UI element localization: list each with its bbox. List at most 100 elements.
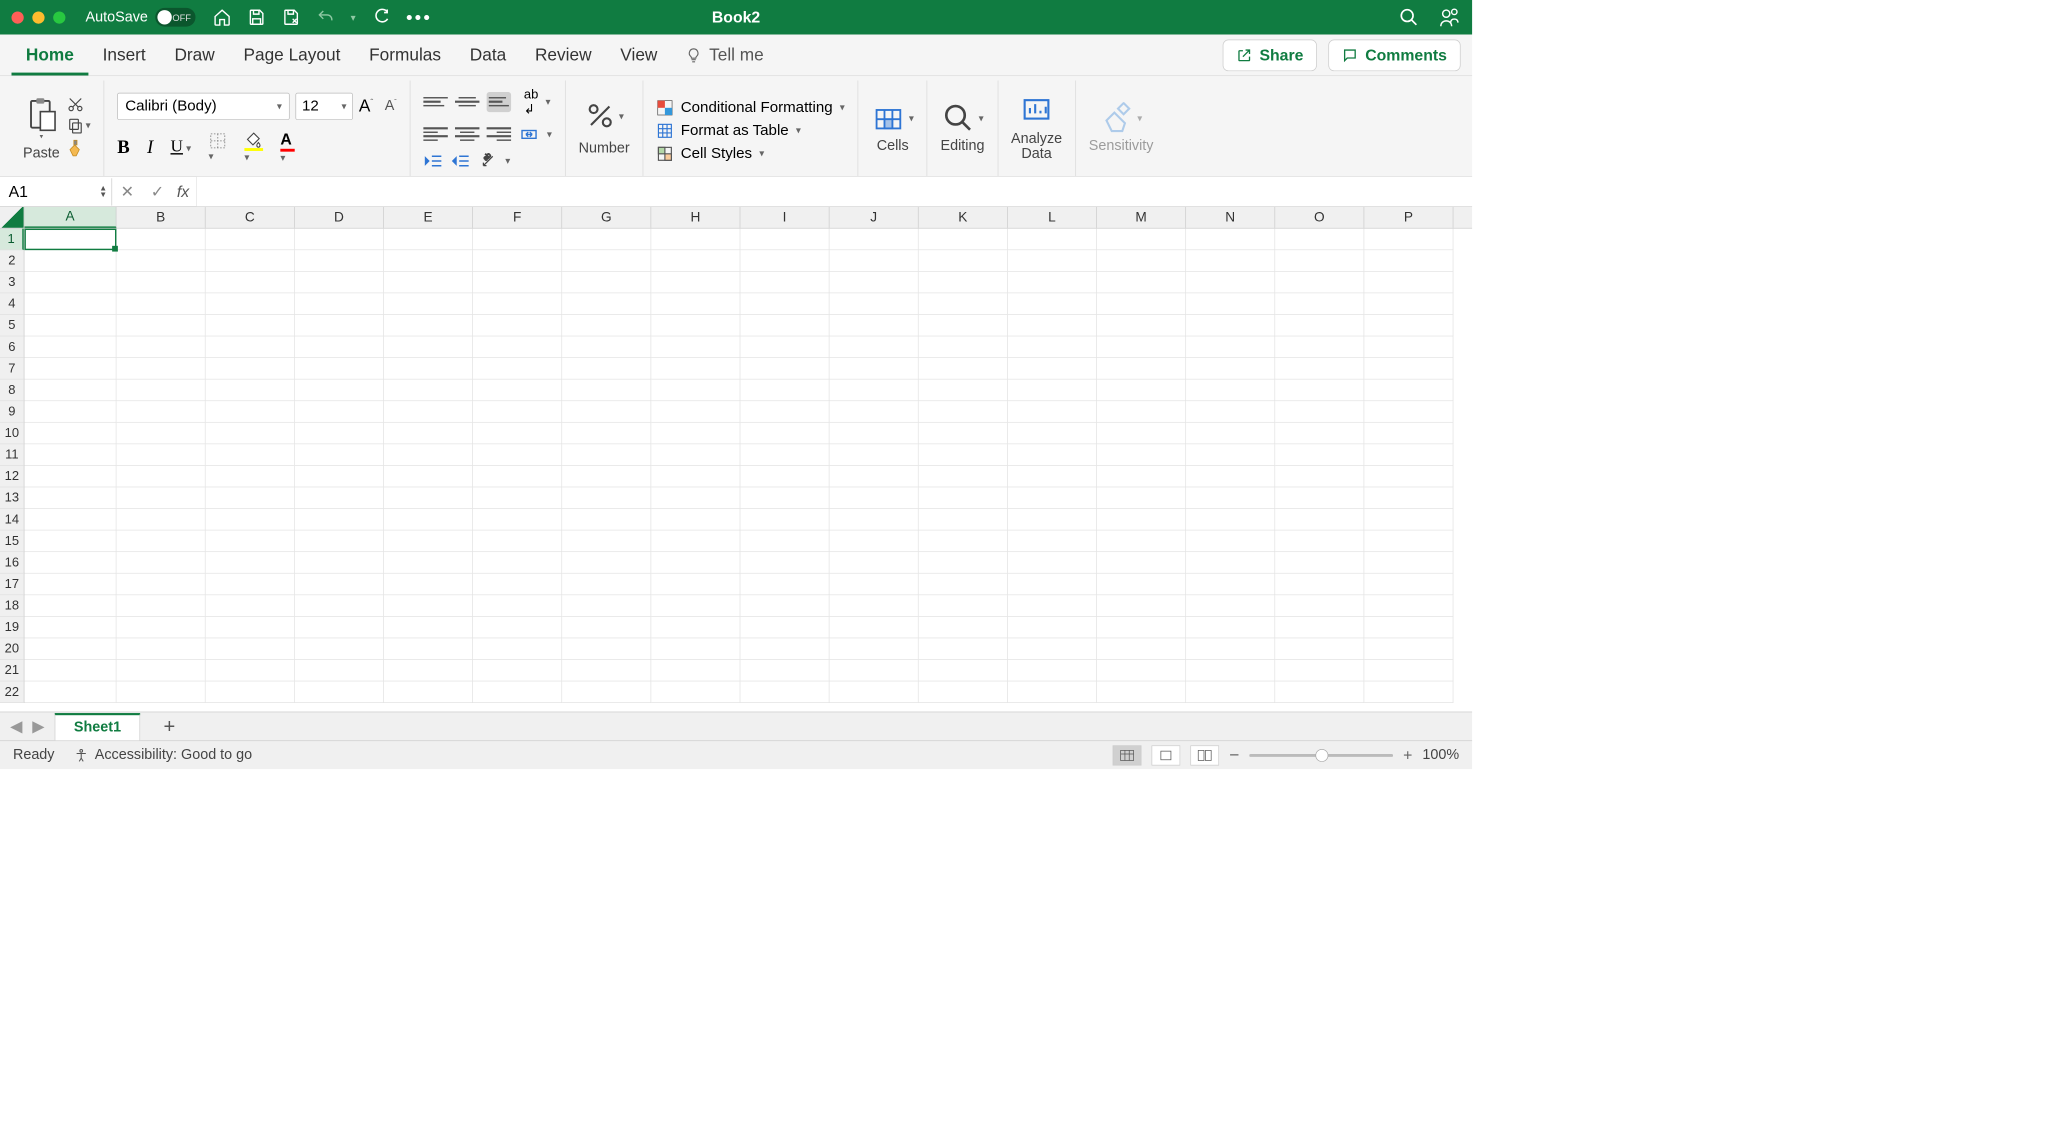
cell-J20[interactable] (829, 638, 918, 660)
col-header-E[interactable]: E (384, 207, 473, 228)
row-header-2[interactable]: 2 (0, 250, 24, 272)
cell-E2[interactable] (384, 250, 473, 272)
cell-E16[interactable] (384, 552, 473, 574)
cell-C11[interactable] (206, 444, 295, 466)
cell-D20[interactable] (295, 638, 384, 660)
cell-D17[interactable] (295, 574, 384, 596)
cell-J2[interactable] (829, 250, 918, 272)
align-bottom-button[interactable] (487, 92, 511, 112)
cell-L7[interactable] (1008, 358, 1097, 380)
cell-I6[interactable] (740, 336, 829, 358)
cell-I18[interactable] (740, 595, 829, 617)
zoom-in-button[interactable]: + (1403, 746, 1412, 765)
cell-O13[interactable] (1275, 487, 1364, 509)
cell-I22[interactable] (740, 681, 829, 703)
cell-D11[interactable] (295, 444, 384, 466)
cell-A7[interactable] (24, 358, 116, 380)
cell-L9[interactable] (1008, 401, 1097, 423)
cell-A16[interactable] (24, 552, 116, 574)
cell-M13[interactable] (1097, 487, 1186, 509)
cell-N21[interactable] (1186, 660, 1275, 682)
row-header-12[interactable]: 12 (0, 466, 24, 488)
cell-B13[interactable] (116, 487, 205, 509)
cell-F5[interactable] (473, 315, 562, 337)
cell-E10[interactable] (384, 423, 473, 445)
cell-F21[interactable] (473, 660, 562, 682)
cell-E5[interactable] (384, 315, 473, 337)
cell-L1[interactable] (1008, 229, 1097, 251)
row-header-14[interactable]: 14 (0, 509, 24, 531)
cell-J19[interactable] (829, 617, 918, 639)
cell-F17[interactable] (473, 574, 562, 596)
cell-N5[interactable] (1186, 315, 1275, 337)
align-middle-button[interactable] (455, 92, 479, 112)
conditional-formatting-button[interactable]: Conditional Formatting ▾ (656, 99, 845, 116)
decrease-indent-button[interactable] (423, 153, 443, 169)
tab-draw[interactable]: Draw (160, 35, 229, 75)
cell-G17[interactable] (562, 574, 651, 596)
cell-G12[interactable] (562, 466, 651, 488)
cell-A14[interactable] (24, 509, 116, 531)
cell-O5[interactable] (1275, 315, 1364, 337)
cell-D3[interactable] (295, 272, 384, 294)
row-header-3[interactable]: 3 (0, 272, 24, 294)
accessibility-status[interactable]: Accessibility: Good to go (73, 747, 252, 764)
cell-P2[interactable] (1364, 250, 1453, 272)
cell-L10[interactable] (1008, 423, 1097, 445)
cell-F12[interactable] (473, 466, 562, 488)
cell-B5[interactable] (116, 315, 205, 337)
cell-N14[interactable] (1186, 509, 1275, 531)
row-header-13[interactable]: 13 (0, 487, 24, 509)
cell-L20[interactable] (1008, 638, 1097, 660)
cell-B11[interactable] (116, 444, 205, 466)
cell-O10[interactable] (1275, 423, 1364, 445)
cell-C15[interactable] (206, 530, 295, 552)
cell-P11[interactable] (1364, 444, 1453, 466)
cell-C1[interactable] (206, 229, 295, 251)
cell-O7[interactable] (1275, 358, 1364, 380)
row-header-9[interactable]: 9 (0, 401, 24, 423)
select-all-corner[interactable] (0, 207, 24, 229)
cell-N4[interactable] (1186, 293, 1275, 315)
font-size-select[interactable]: 12▾ (296, 92, 354, 119)
cell-H11[interactable] (651, 444, 740, 466)
cell-H22[interactable] (651, 681, 740, 703)
cell-P1[interactable] (1364, 229, 1453, 251)
cell-A20[interactable] (24, 638, 116, 660)
cell-C21[interactable] (206, 660, 295, 682)
cell-G5[interactable] (562, 315, 651, 337)
cell-P20[interactable] (1364, 638, 1453, 660)
cell-C7[interactable] (206, 358, 295, 380)
font-name-select[interactable]: Calibri (Body)▾ (117, 92, 290, 119)
cell-J3[interactable] (829, 272, 918, 294)
cell-E19[interactable] (384, 617, 473, 639)
cell-C4[interactable] (206, 293, 295, 315)
cell-L19[interactable] (1008, 617, 1097, 639)
cell-O18[interactable] (1275, 595, 1364, 617)
cell-O8[interactable] (1275, 380, 1364, 402)
enter-formula-button[interactable]: ✓ (142, 182, 172, 201)
maximize-window-button[interactable] (53, 11, 65, 23)
decrease-font-button[interactable]: Aˇ (385, 98, 397, 115)
cell-G9[interactable] (562, 401, 651, 423)
cell-G11[interactable] (562, 444, 651, 466)
cell-N10[interactable] (1186, 423, 1275, 445)
cell-H20[interactable] (651, 638, 740, 660)
cell-H18[interactable] (651, 595, 740, 617)
row-header-4[interactable]: 4 (0, 293, 24, 315)
cell-O11[interactable] (1275, 444, 1364, 466)
cell-N17[interactable] (1186, 574, 1275, 596)
format-as-table-button[interactable]: Format as Table ▾ (656, 122, 845, 139)
col-header-P[interactable]: P (1364, 207, 1453, 228)
col-header-J[interactable]: J (829, 207, 918, 228)
cell-F15[interactable] (473, 530, 562, 552)
cell-J9[interactable] (829, 401, 918, 423)
cell-I1[interactable] (740, 229, 829, 251)
tab-review[interactable]: Review (521, 35, 606, 75)
cell-G4[interactable] (562, 293, 651, 315)
percent-icon[interactable] (584, 100, 616, 132)
zoom-slider-knob[interactable] (1315, 749, 1328, 762)
cell-B3[interactable] (116, 272, 205, 294)
col-header-O[interactable]: O (1275, 207, 1364, 228)
cell-M7[interactable] (1097, 358, 1186, 380)
